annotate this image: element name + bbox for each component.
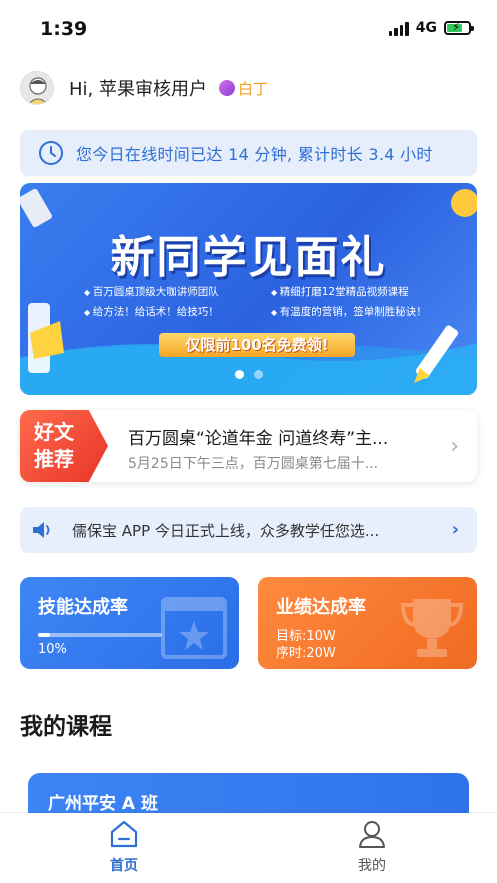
announcement-bar[interactable]: 儒保宝 APP 今日正式上线，众多教学任您选... › [20, 507, 477, 553]
tab-mine[interactable]: 我的 [332, 819, 412, 875]
skill-percent: 10% [38, 642, 67, 657]
member-level-badge: 白丁 [218, 78, 268, 99]
tab-home[interactable]: 首页 [84, 819, 164, 875]
banner-bullet: 有温度的营销，签单制胜秘诀！ [271, 304, 444, 319]
banner-bullet: 给方法！给话术！给技巧！ [84, 304, 257, 319]
article-title: 百万圆桌“论道年金 问道终寿”主... [128, 429, 389, 449]
banner-bullet: 精细打磨12堂精品视频课程 [271, 284, 444, 299]
recommend-tag: 好文推荐 [20, 410, 108, 482]
recommend-tag-label: 好文推荐 [34, 420, 74, 471]
chevron-right-icon: › [450, 434, 459, 459]
tab-home-label: 首页 [110, 858, 138, 874]
home-icon [110, 820, 138, 848]
performance-card-title: 业绩达成率 [276, 597, 366, 618]
banner-bullet: 百万圆桌顶级大咖讲师团队 [84, 284, 257, 299]
status-time: 1:39 [40, 18, 88, 40]
announcement-text: 儒保宝 APP 今日正式上线，众多教学任您选... [72, 522, 380, 540]
skill-progress-bar [38, 633, 162, 637]
carousel-dot[interactable] [253, 370, 263, 379]
skill-achievement-card[interactable]: 技能达成率 10% [20, 577, 239, 669]
bottom-tab-bar: 首页 我的 [0, 813, 497, 883]
carousel-dot[interactable] [234, 370, 244, 379]
charging-bolt-icon: ⚡ [452, 20, 461, 34]
gem-icon [218, 80, 235, 96]
greeting-text: Hi, 苹果审核用户 [69, 79, 207, 100]
certificate-icon [161, 597, 227, 659]
promo-banner[interactable]: 新同学见面礼 百万圆桌顶级大咖讲师团队 精细打磨12堂精品视频课程 给方法！给话… [20, 183, 477, 395]
recommended-article[interactable]: 好文推荐 百万圆桌“论道年金 问道终寿”主... 5月25日下午三点，百万圆桌第… [20, 410, 477, 482]
skill-card-title: 技能达成率 [38, 597, 128, 618]
chevron-right-icon: › [451, 519, 459, 540]
skill-progress-fill [38, 633, 51, 637]
online-time-bar: 您今日在线时间已达 14 分钟, 累计时长 3.4 小时 [20, 130, 477, 176]
user-greeting: Hi, 苹果审核用户 白丁 [20, 70, 268, 106]
status-indicators: 4G ⚡ [388, 20, 474, 36]
carousel-dots[interactable] [20, 370, 477, 379]
banner-promo-label: 仅限前100名免费领! [159, 333, 355, 357]
member-level-label: 白丁 [237, 79, 268, 98]
status-bar: 1:39 4G ⚡ [0, 0, 497, 60]
battery-icon: ⚡ [444, 20, 474, 35]
course-name: 广州平安 A 班 [48, 794, 158, 814]
network-type: 4G [415, 20, 437, 36]
article-subtitle: 5月25日下午三点，百万圆桌第七届十... [128, 456, 379, 472]
banner-bullets: 百万圆桌顶级大咖讲师团队 精细打磨12堂精品视频课程 给方法！给话术！给技巧！ … [84, 284, 444, 319]
my-courses-heading: 我的课程 [20, 714, 112, 740]
tab-mine-label: 我的 [358, 858, 386, 874]
avatar[interactable] [20, 71, 54, 105]
online-time-text: 您今日在线时间已达 14 分钟, 累计时长 3.4 小时 [76, 145, 433, 164]
clock-icon [39, 141, 63, 165]
trophy-icon [400, 599, 464, 657]
performance-achievement-card[interactable]: 业绩达成率 目标:10W 序时:20W [258, 577, 477, 669]
banner-title: 新同学见面礼 [110, 232, 387, 283]
performance-period: 序时:20W [276, 646, 336, 661]
speaker-icon [33, 522, 50, 538]
user-icon [359, 821, 385, 848]
signal-icon [388, 21, 409, 36]
